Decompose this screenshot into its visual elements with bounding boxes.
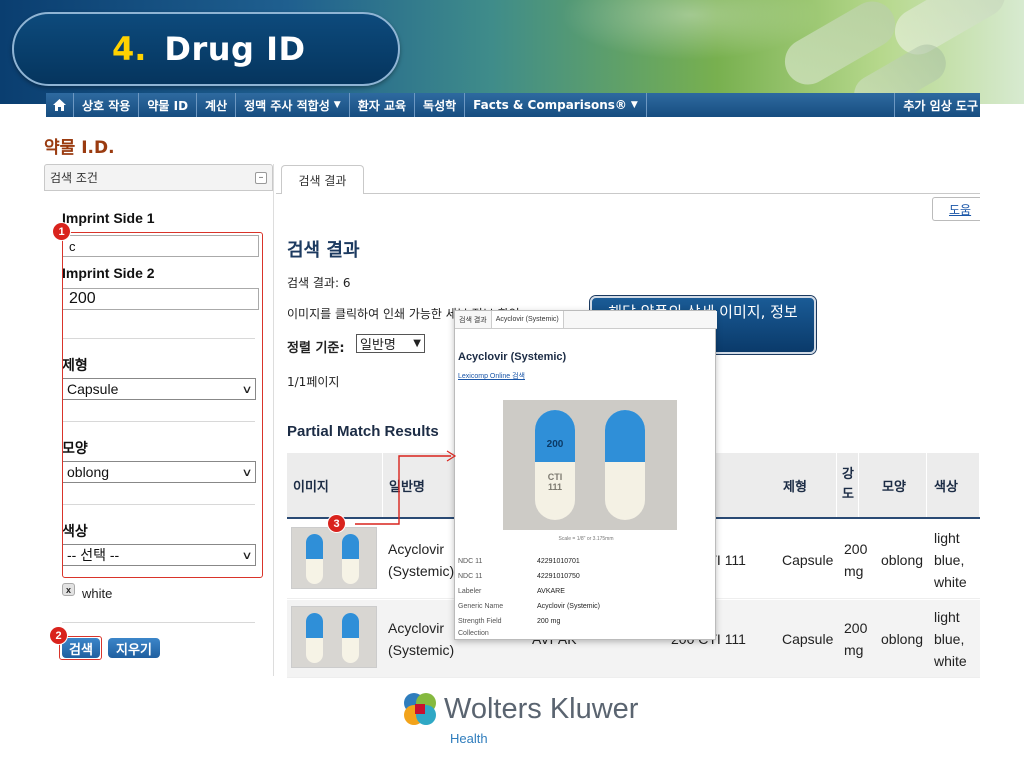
- results-heading: 검색 결과: [287, 240, 360, 261]
- popup-tab-results[interactable]: 검색 결과: [455, 311, 492, 328]
- tab-line: [364, 193, 980, 194]
- detail-key: NDC 11: [458, 558, 483, 565]
- popup-tab-drug[interactable]: Acyclovir (Systemic): [491, 311, 564, 328]
- slide-title-banner: 4. Drug ID: [12, 12, 400, 86]
- popup-title: Acyclovir (Systemic): [458, 351, 567, 363]
- caret-down-icon: ▼: [333, 100, 341, 110]
- imprint1-label: Imprint Side 1: [62, 210, 155, 226]
- slide-number: 4.: [112, 30, 147, 68]
- detail-key: NDC 11: [458, 573, 483, 580]
- light-streak: [560, 0, 820, 60]
- detail-key: Collection: [458, 630, 489, 637]
- pill-imprint-top: 200: [546, 439, 564, 450]
- connector-arrow: [355, 450, 457, 525]
- wolters-kluwer-logo: Wolters Kluwer Health: [398, 687, 638, 751]
- col-strength[interactable]: 강도: [837, 453, 859, 517]
- divider: [62, 622, 255, 623]
- pill-imprint-bottom: CTI 111: [547, 472, 563, 492]
- scale-note: Scale = 1/8" or 3.175mm: [558, 536, 614, 542]
- detail-key: Strength Field: [458, 618, 502, 625]
- detail-value: Acyclovir (Systemic): [537, 603, 601, 610]
- search-panel-header: 검색 조건 –: [44, 164, 273, 191]
- step-marker-2: 2: [50, 627, 67, 644]
- step-marker-3: 3: [328, 515, 345, 532]
- sort-select-value: 일반명: [360, 338, 396, 353]
- cell-color: light blue, white: [934, 609, 967, 669]
- sort-select[interactable]: 일반명 ▼: [356, 334, 425, 353]
- capsule-image-icon: [306, 534, 359, 584]
- capsule-photo-icon: [535, 410, 645, 520]
- cell-shape: oblong: [881, 631, 924, 647]
- nav-interactions[interactable]: 상호 작용: [74, 93, 140, 117]
- lexicomp-search-link[interactable]: Lexicomp Online 검색: [458, 371, 525, 381]
- nav-drug-id[interactable]: 약물 ID: [139, 93, 198, 117]
- search-button[interactable]: 검색: [62, 638, 100, 658]
- drug-detail-popup: 검색 결과 Acyclovir (Systemic) Acyclovir (Sy…: [454, 310, 717, 640]
- top-navigation: 상호 작용 약물 ID 계산 정맥 주사 적합성 ▼ 환자 교육 독성학 Fact…: [46, 93, 980, 117]
- popup-tabs: 검색 결과 Acyclovir (Systemic): [455, 311, 717, 329]
- brand-division: Health: [450, 731, 488, 746]
- home-icon[interactable]: [46, 93, 74, 117]
- nav-patient-education[interactable]: 환자 교육: [350, 93, 416, 117]
- logo-mark-icon: [404, 693, 436, 725]
- pagination-text: 1/1페이지: [287, 375, 340, 389]
- search-panel-title: 검색 조건: [50, 171, 98, 185]
- nav-more-tools[interactable]: 추가 임상 도구: [894, 93, 980, 117]
- col-form[interactable]: 제형: [777, 453, 837, 517]
- cell-shape: oblong: [881, 552, 924, 568]
- tab-search-results[interactable]: 검색 결과: [281, 165, 364, 194]
- step-marker-1: 1: [53, 223, 70, 240]
- col-shape[interactable]: 모양: [877, 453, 927, 517]
- pill-thumbnail[interactable]: [291, 606, 377, 668]
- cell-color: light blue, white: [934, 530, 967, 590]
- pill-thumbnail[interactable]: [291, 527, 377, 589]
- cell-form: Capsule: [782, 631, 834, 647]
- detail-key: Generic Name: [458, 603, 504, 610]
- page-title: 약물 I.D.: [44, 138, 115, 158]
- cell-form: Capsule: [782, 552, 834, 568]
- chevron-down-icon: ▼: [413, 338, 421, 349]
- color-chip-label: white: [82, 586, 113, 601]
- clear-button[interactable]: 지우기: [108, 638, 160, 658]
- results-count: 검색 결과: 6: [287, 276, 351, 290]
- capsule-photo: 200 CTI 111: [503, 400, 677, 530]
- slide-title: Drug ID: [164, 30, 306, 68]
- col-color[interactable]: 색상: [927, 453, 980, 517]
- partial-match-heading: Partial Match Results: [287, 423, 439, 440]
- caret-down-icon: ▼: [630, 100, 638, 110]
- collapse-icon[interactable]: –: [255, 171, 267, 184]
- detail-key: Labeler: [458, 588, 482, 595]
- cell-strength: 200 mg: [844, 541, 868, 579]
- detail-value: 42291010701: [537, 558, 580, 565]
- nav-label: Facts & Comparisons®: [473, 98, 627, 112]
- capsule-image-icon: [306, 613, 359, 663]
- help-link[interactable]: 도움: [932, 197, 980, 221]
- brand-name: Wolters Kluwer: [444, 693, 639, 725]
- nav-label: 정맥 주사 적합성: [244, 98, 330, 113]
- nav-facts-comparisons[interactable]: Facts & Comparisons® ▼: [465, 93, 647, 117]
- sort-label: 정렬 기준:: [287, 341, 345, 356]
- remove-chip-icon[interactable]: x: [62, 583, 75, 596]
- detail-value: AVKARE: [537, 588, 565, 595]
- detail-value: 200 mg: [537, 618, 561, 625]
- criteria-highlight-box: [62, 232, 263, 578]
- nav-toxicology[interactable]: 독성학: [415, 93, 466, 117]
- nav-calculations[interactable]: 계산: [197, 93, 237, 117]
- cell-strength: 200 mg: [844, 620, 868, 658]
- detail-value: 42291010750: [537, 573, 580, 580]
- nav-iv-compatibility[interactable]: 정맥 주사 적합성 ▼: [236, 93, 350, 117]
